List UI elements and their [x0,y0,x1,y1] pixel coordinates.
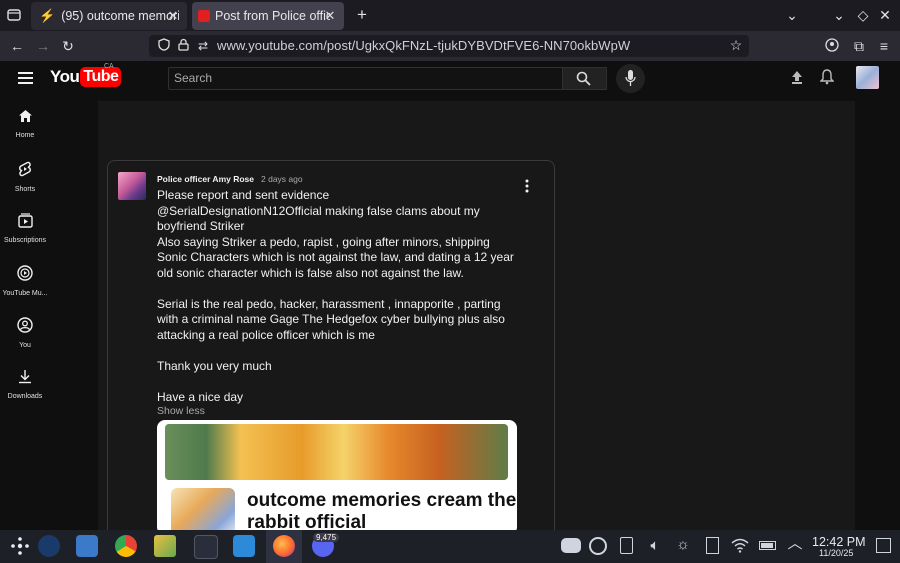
post-paragraph: @SerialDesignationN12Official making fal… [157,203,480,234]
upload-icon[interactable] [790,70,804,90]
search-input[interactable]: Search [174,71,212,85]
discord-badge: 9,475 [313,533,340,542]
device-icon[interactable] [706,537,719,554]
maximize-icon[interactable]: ◇ [856,7,870,23]
post-author-name[interactable]: Police officer Amy Rose [157,174,254,184]
shield-icon[interactable] [157,38,171,54]
search-icon [576,71,591,86]
wifi-icon[interactable] [731,537,749,558]
minimize-icon[interactable]: ⌄ [832,7,846,23]
post-paragraph: Have a nice day [157,389,244,404]
voice-search-button[interactable] [616,64,645,93]
clock-date[interactable]: 11/20/25 [819,548,853,558]
new-tab-icon[interactable]: + [354,6,370,23]
post-timestamp[interactable]: 2 days ago [261,174,303,184]
close-icon[interactable]: ✕ [165,8,181,24]
window-close-icon[interactable]: ✕ [878,7,892,23]
package-icon[interactable] [154,535,176,557]
hamburger-menu-icon[interactable] [18,71,33,89]
youtube-favicon-icon [198,10,210,22]
bookmark-star-icon[interactable]: ☆ [728,37,744,53]
brightness-icon[interactable]: ☼ [674,537,692,553]
reload-icon[interactable]: ↻ [60,38,76,54]
youtube-music-icon [17,265,33,281]
battery-icon[interactable] [759,541,776,550]
tab-overview-icon[interactable] [6,8,22,24]
search-input-box[interactable] [168,67,563,90]
volume-icon[interactable]: 🔈︎ [646,538,664,554]
post-image[interactable]: outcome memories cream the rabbit offici… [157,420,517,535]
clock-time[interactable]: 12:42 PM [812,535,866,549]
post-paragraph: Also saying Striker a pedo, rapist , goi… [157,234,514,280]
url-text[interactable]: www.youtube.com/post/UgkxQkFNzL-tjukDYBV… [217,38,630,53]
show-less-link[interactable]: Show less [157,405,205,417]
subscriptions-icon [17,213,33,228]
post-paragraph [157,374,522,390]
post-paragraph [157,343,522,359]
tab-outcome-memories[interactable]: ⚡ (95) outcome memories ✕ [31,2,187,30]
chrome-icon[interactable] [115,535,137,557]
you-icon [17,317,33,333]
tray-expand-icon[interactable]: ︿ [786,536,804,552]
tab-post-from-police-officer[interactable]: Post from Police officer A ✕ [192,2,344,30]
file-manager-icon[interactable] [76,535,98,557]
account-icon[interactable] [824,38,840,55]
tab-label: Post from Police officer A [215,9,330,23]
more-options-icon[interactable] [524,179,530,198]
menu-icon[interactable]: ≡ [876,38,892,54]
post-paragraph [157,281,522,297]
cream-rabbit-image [171,488,235,535]
sidebar-item-label: YouTube Mu... [2,290,48,297]
sidebar-item-shorts[interactable]: Shorts [0,161,50,193]
sidebar-item-subscriptions[interactable]: Subscriptions [0,213,50,244]
sidebar-item-label: Home [15,132,35,139]
lock-icon[interactable] [176,38,190,54]
author-avatar[interactable] [118,172,146,200]
post-paragraph: Serial is the real pedo, hacker, harassm… [157,296,505,342]
tab-label: (95) outcome memories [61,9,180,23]
post-image-title: outcome memories cream the rabbit offici… [247,490,517,533]
sidebar-item-label: Subscriptions [3,237,47,244]
avatar[interactable] [856,66,879,89]
permissions-icon[interactable]: ⇄ [196,38,210,54]
show-desktop-icon[interactable] [876,538,891,553]
app-launcher-icon[interactable] [10,536,30,556]
chevron-down-icon[interactable]: ⌄ [785,7,799,23]
extensions-icon[interactable]: ⧉ [851,38,867,54]
sidebar-item-youtube-music[interactable]: YouTube Mu... [0,265,50,297]
shorts-icon [19,161,31,177]
close-icon[interactable]: ✕ [322,8,338,24]
forward-arrow-icon[interactable]: → [35,38,51,54]
clipboard-icon[interactable] [620,537,633,554]
home-icon [18,110,32,122]
firefox-icon[interactable] [273,535,295,557]
post-paragraph: Thank you very much [157,358,272,373]
sidebar-item-label: Downloads [7,393,43,400]
tab-favicon-icon: ⚡ [39,8,56,23]
post-image-artwork [165,424,508,480]
search-button[interactable] [562,67,607,90]
store-icon[interactable] [233,535,255,557]
terminal-icon[interactable] [194,535,218,559]
region-label: CA [104,63,114,70]
microphone-icon [625,70,636,86]
steam-tray-icon[interactable] [589,537,607,555]
sidebar-item-home[interactable]: Home [0,109,50,139]
post-paragraph: Please report and sent evidence [157,188,330,202]
sidebar-item-downloads[interactable]: Downloads [0,369,50,400]
discord-tray-icon[interactable] [561,538,581,553]
notifications-bell-icon[interactable] [819,69,835,90]
steam-icon[interactable] [38,535,60,557]
back-arrow-icon[interactable]: ← [9,38,25,54]
sidebar-item-label: You [19,342,31,349]
post-body-text: Please report and sent evidence @SerialD… [157,188,522,405]
sidebar-item-you[interactable]: You [0,317,50,349]
sidebar-item-label: Shorts [14,186,36,193]
downloads-icon [19,370,31,384]
